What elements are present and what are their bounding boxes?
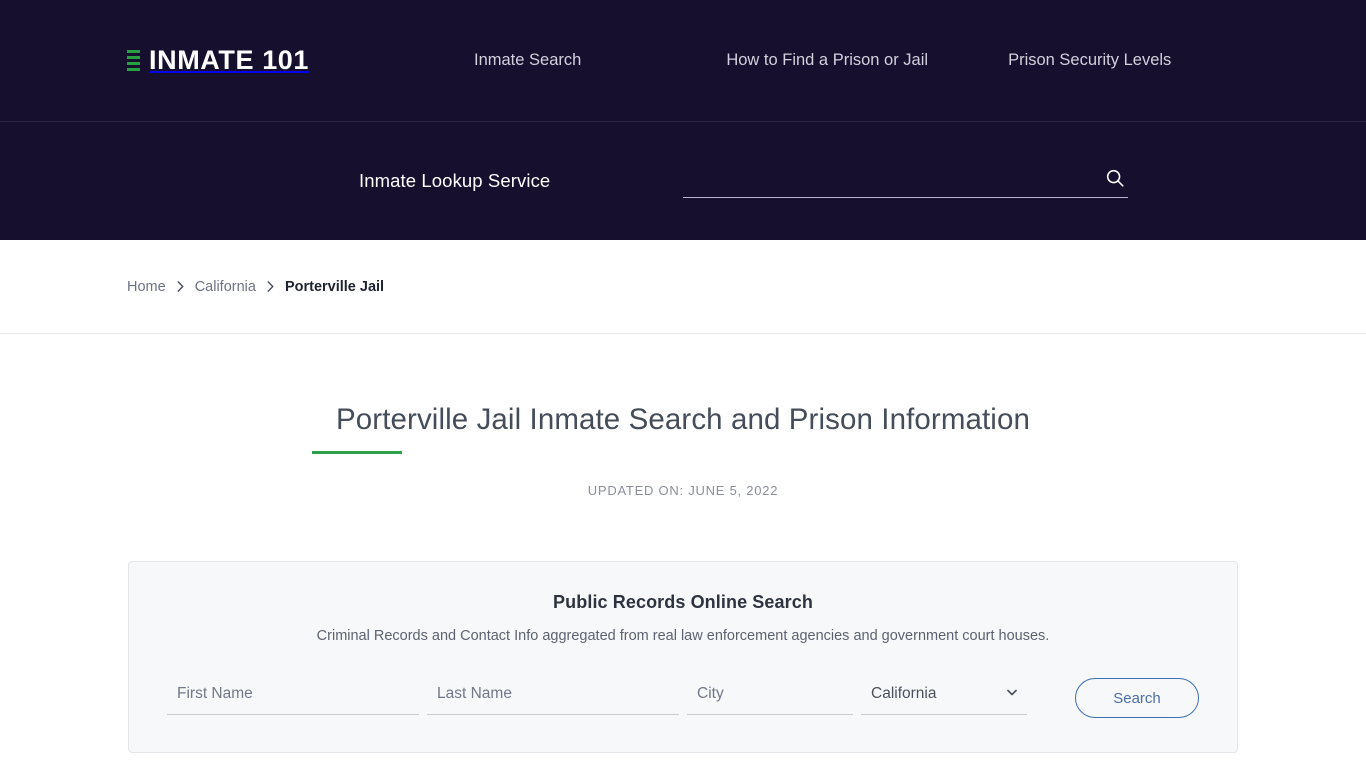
site-header: INMATE 101 Inmate Search How to Find a P… (0, 0, 1366, 240)
header-search-wrap (683, 164, 1128, 198)
brand-logo[interactable]: INMATE 101 (127, 47, 309, 74)
header-search-bar: Inmate Lookup Service (0, 122, 1366, 240)
public-records-form: California Search (167, 678, 1199, 719)
page-main: Porterville Jail Inmate Search and Priso… (0, 334, 1366, 754)
nav-item-how-to-find-a-prison-or-jail[interactable]: How to Find a Prison or Jail (726, 52, 928, 69)
city-field (687, 681, 853, 715)
nav-item-inmate-search[interactable]: Inmate Search (474, 52, 581, 69)
search-input[interactable] (683, 164, 1104, 190)
title-accent-bar (312, 451, 402, 455)
search-icon (1106, 169, 1124, 187)
chevron-right-icon (175, 280, 186, 293)
card-subtitle: Criminal Records and Contact Info aggreg… (316, 628, 1050, 645)
brand-name: INMATE 101 (149, 45, 310, 75)
main-nav: Inmate Search How to Find a Prison or Ja… (474, 52, 1171, 69)
first-name-field (167, 681, 419, 715)
search-submit-icon-button[interactable] (1104, 167, 1128, 190)
breadcrumb-item-current: Porterville Jail (284, 278, 385, 295)
first-name-input[interactable] (177, 681, 419, 706)
chevron-right-icon (265, 280, 276, 293)
bars-logo-icon (127, 50, 140, 71)
public-records-search-card: Public Records Online Search Criminal Re… (128, 561, 1238, 754)
card-title: Public Records Online Search (553, 592, 813, 613)
page-title: Porterville Jail Inmate Search and Priso… (336, 403, 1030, 436)
page-title-wrap: Porterville Jail Inmate Search and Priso… (0, 334, 1366, 455)
state-field: California (861, 681, 1027, 715)
last-name-field (427, 681, 679, 715)
breadcrumb-bar: Home California Porterville Jail (0, 240, 1366, 334)
city-input[interactable] (697, 681, 853, 706)
last-name-input[interactable] (437, 681, 679, 706)
lookup-service-label: Inmate Lookup Service (359, 170, 551, 191)
chevron-down-icon (1005, 685, 1019, 699)
state-select[interactable]: California (871, 681, 1005, 706)
breadcrumb: Home California Porterville Jail (127, 279, 384, 295)
nav-item-prison-security-levels[interactable]: Prison Security Levels (1008, 52, 1171, 69)
breadcrumb-item-california[interactable]: California (195, 279, 256, 295)
search-button[interactable]: Search (1075, 678, 1199, 719)
breadcrumb-item-home[interactable]: Home (127, 279, 166, 295)
updated-on-label: UPDATED ON: JUNE 5, 2022 (587, 483, 779, 499)
header-top-bar: INMATE 101 Inmate Search How to Find a P… (0, 0, 1366, 122)
